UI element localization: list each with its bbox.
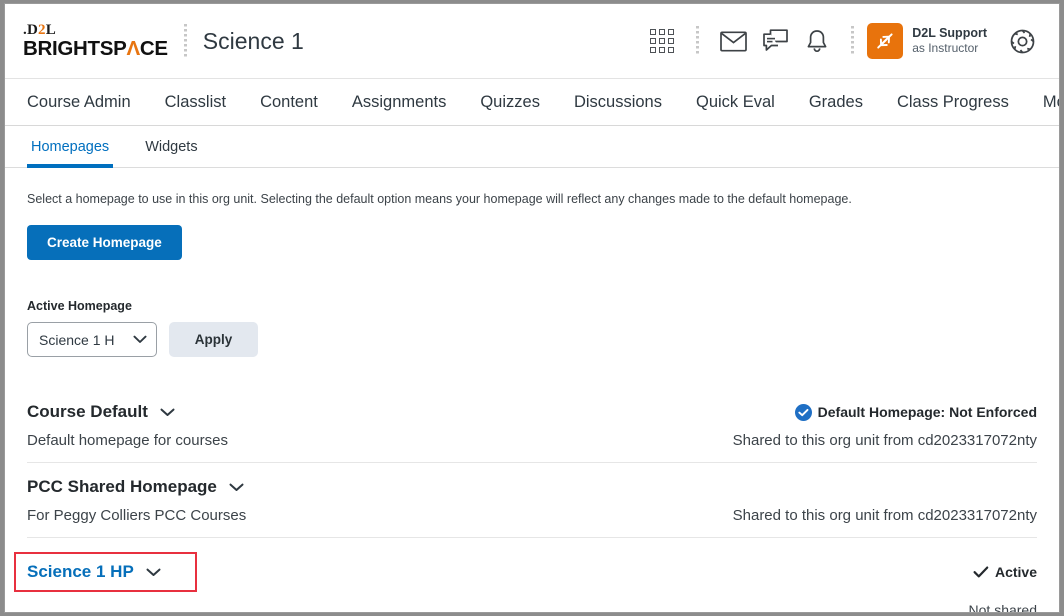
swap-arrows-icon <box>877 33 893 49</box>
status-badge: Active <box>973 564 1037 580</box>
logo-brightspace-post: CE <box>139 36 168 60</box>
main-content: Select a homepage to use in this org uni… <box>5 168 1059 613</box>
envelope-icon[interactable] <box>712 20 754 62</box>
chevron-down-icon <box>229 483 244 491</box>
nav-item-discussions[interactable]: Discussions <box>557 93 679 112</box>
homepage-description: For Peggy Colliers PCC Courses <box>27 507 247 524</box>
homepage-row-course-default: Course Default Default Homepage: Not Enf… <box>27 388 1037 462</box>
logo-d2l: .D2L <box>23 21 168 38</box>
status-badge: Default Homepage: Not Enforced <box>794 403 1037 421</box>
gear-glyph <box>1010 29 1034 53</box>
homepage-name: PCC Shared Homepage <box>27 477 217 496</box>
homepage-row-science-1-hp: Science 1 HP Active Not shared <box>14 537 1037 613</box>
avatar <box>867 23 904 59</box>
homepage-list: Course Default Default Homepage: Not Enf… <box>14 388 1037 613</box>
bell-icon[interactable] <box>796 20 838 62</box>
browser-viewport: .D2L BRIGHTSPΛCE Science 1 D2L Support a… <box>4 3 1060 613</box>
nav-item-course-admin[interactable]: Course Admin <box>23 93 148 112</box>
homepage-name-menu[interactable]: Science 1 HP <box>27 562 161 582</box>
header-divider <box>183 24 187 58</box>
nav-item-more[interactable]: More <box>1026 92 1059 112</box>
logo-d2l-post: L <box>45 21 56 38</box>
course-navigation: Course Admin Classlist Content Assignmen… <box>5 78 1059 126</box>
brightspace-logo[interactable]: .D2L BRIGHTSPΛCE <box>23 21 168 60</box>
checkmark-icon <box>973 566 989 578</box>
logo-brightspace-pre: BRIGHTSP <box>23 36 127 60</box>
nav-item-quizzes[interactable]: Quizzes <box>463 93 557 112</box>
envelope-glyph <box>719 30 747 52</box>
status-text: Active <box>994 564 1037 580</box>
nav-item-content[interactable]: Content <box>243 93 335 112</box>
homepage-name: Course Default <box>27 402 148 421</box>
active-homepage-select[interactable]: Science 1 H <box>27 322 157 357</box>
app-header: .D2L BRIGHTSPΛCE Science 1 D2L Support a… <box>5 4 1059 78</box>
homepage-name-menu[interactable]: Course Default <box>27 402 175 422</box>
logo-brightspace-caret: Λ <box>126 36 141 60</box>
nav-item-quick-eval[interactable]: Quick Eval <box>679 93 792 112</box>
status-text: Default Homepage: Not Enforced <box>817 404 1037 420</box>
logo-brightspace: BRIGHTSPΛCE <box>23 36 168 60</box>
user-info: D2L Support as Instructor <box>912 26 987 57</box>
tab-homepages[interactable]: Homepages <box>27 139 114 168</box>
settings-tabs: Homepages Widgets <box>5 126 1059 168</box>
bell-glyph <box>807 29 827 52</box>
header-divider-3 <box>851 26 855 56</box>
course-title: Science 1 <box>202 27 304 54</box>
nav-item-grades[interactable]: Grades <box>792 93 880 112</box>
active-homepage-controls: Science 1 H Apply <box>27 322 1037 357</box>
tab-widgets[interactable]: Widgets <box>141 139 201 168</box>
chevron-down-icon <box>133 335 147 343</box>
logo-d2l-pre: .D <box>23 21 38 38</box>
apply-button[interactable]: Apply <box>169 322 258 357</box>
nav-item-class-progress[interactable]: Class Progress <box>880 93 1026 112</box>
waffle-grid-icon[interactable] <box>641 20 683 62</box>
chat-bubble-glyph <box>762 29 788 51</box>
homepage-shared-info: Shared to this org unit from cd202331707… <box>732 432 1037 449</box>
header-actions: D2L Support as Instructor <box>641 20 1043 62</box>
waffle-grid-glyph <box>650 29 675 53</box>
active-homepage-label: Active Homepage <box>27 299 132 313</box>
blue-check-circle-icon <box>794 403 812 421</box>
intro-text: Select a homepage to use in this org uni… <box>27 192 852 206</box>
user-profile-menu[interactable]: D2L Support as Instructor <box>867 23 987 59</box>
logo-d2l-number: 2 <box>37 21 46 38</box>
highlight-annotation: Science 1 HP <box>14 552 197 592</box>
homepage-shared-info: Not shared <box>968 602 1037 613</box>
gear-icon[interactable] <box>1001 20 1043 62</box>
user-name: D2L Support <box>912 25 987 40</box>
nav-item-assignments[interactable]: Assignments <box>335 93 463 112</box>
user-role: as Instructor <box>912 41 979 56</box>
homepage-description: Default homepage for courses <box>27 432 228 449</box>
homepage-name-menu[interactable]: PCC Shared Homepage <box>27 477 244 497</box>
chevron-down-icon <box>146 568 161 576</box>
homepage-shared-info: Shared to this org unit from cd202331707… <box>732 507 1037 524</box>
header-divider-2 <box>696 26 700 56</box>
nav-more-label: More <box>1042 92 1059 111</box>
chat-bubble-icon[interactable] <box>754 20 796 62</box>
homepage-row-pcc-shared: PCC Shared Homepage For Peggy Colliers P… <box>27 462 1037 537</box>
chevron-down-icon <box>160 408 175 416</box>
active-homepage-selected-value: Science 1 H <box>39 331 115 348</box>
create-homepage-button[interactable]: Create Homepage <box>27 225 182 260</box>
nav-item-classlist[interactable]: Classlist <box>148 93 243 112</box>
homepage-name: Science 1 HP <box>27 562 134 581</box>
